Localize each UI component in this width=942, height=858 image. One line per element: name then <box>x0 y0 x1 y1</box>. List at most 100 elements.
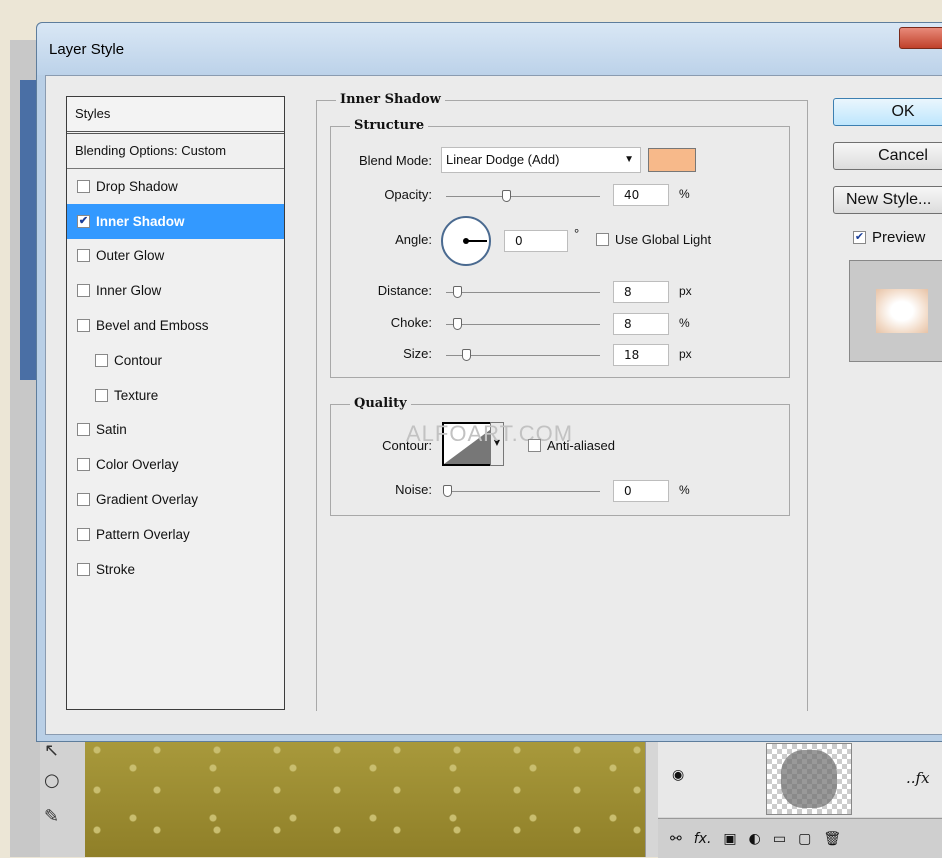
style-item-texture[interactable]: Texture <box>67 378 284 413</box>
distance-input[interactable]: 8 <box>613 281 669 303</box>
checkbox-icon[interactable] <box>77 458 90 472</box>
choke-slider-thumb[interactable] <box>453 318 462 330</box>
styles-list: Styles Blending Options: Custom Drop Sha… <box>66 96 285 710</box>
angle-label: Angle: <box>395 232 432 247</box>
preview-swatch <box>876 289 928 333</box>
noise-label: Noise: <box>395 482 432 497</box>
cancel-button[interactable]: Cancel <box>833 142 942 170</box>
ok-button[interactable]: OK <box>833 98 942 126</box>
angle-dial[interactable] <box>441 216 491 266</box>
preview-checkbox[interactable]: ✔ Preview <box>853 229 925 246</box>
fx-icon[interactable]: ..fx <box>906 769 930 787</box>
checkbox-icon[interactable] <box>77 179 90 193</box>
style-item-label: Inner Shadow <box>96 213 185 229</box>
document-canvas <box>85 738 645 857</box>
checkbox-icon[interactable] <box>77 493 90 507</box>
style-item-outer-glow[interactable]: Outer Glow <box>67 239 284 274</box>
group-icon[interactable]: ▭ <box>773 831 786 847</box>
layer-thumbnail[interactable] <box>766 743 852 815</box>
style-item-label: Satin <box>96 422 127 438</box>
fx-menu-icon[interactable]: fx. <box>694 831 712 847</box>
opacity-input[interactable]: 40 <box>613 184 669 206</box>
checkbox-icon[interactable] <box>77 562 90 576</box>
layer-row[interactable]: ◉ ..fx <box>658 738 942 817</box>
layers-panel: ◉ ..fx ⚯ fx. ▣ ◐ ▭ ▢ 🗑 <box>645 738 942 858</box>
preview-label: Preview <box>872 229 926 246</box>
checkbox-icon[interactable] <box>77 319 90 333</box>
trash-icon[interactable]: 🗑 <box>823 831 841 847</box>
checkbox-icon[interactable] <box>77 284 90 298</box>
distance-slider[interactable] <box>446 292 600 293</box>
style-item-inner-shadow[interactable]: ✔ Inner Shadow <box>67 203 284 239</box>
style-item-label: Texture <box>114 387 159 403</box>
style-item-label: Color Overlay <box>96 457 179 473</box>
checkbox-icon[interactable] <box>77 423 90 437</box>
eye-icon[interactable]: ◉ <box>672 767 684 783</box>
checkbox-icon[interactable] <box>77 249 90 263</box>
adjustment-icon[interactable]: ◐ <box>749 831 761 847</box>
style-item-gradient-overlay[interactable]: Gradient Overlay <box>67 482 284 517</box>
opacity-slider-thumb[interactable] <box>502 190 511 202</box>
style-item-label: Outer Glow <box>96 248 165 264</box>
checkbox-icon[interactable] <box>95 388 108 402</box>
notes-tool-icon[interactable]: ✎ <box>44 806 59 827</box>
blend-mode-select[interactable]: Linear Dodge (Add) ▼ <box>441 147 641 173</box>
quality-title: Quality <box>350 396 411 411</box>
anti-aliased-checkbox[interactable]: Anti-aliased <box>528 438 615 453</box>
style-preview <box>849 260 942 362</box>
structure-title: Structure <box>350 118 429 133</box>
title-bar: Layer Style <box>37 23 942 75</box>
checkbox-icon <box>528 439 541 452</box>
size-input[interactable]: 18 <box>613 344 669 366</box>
size-unit: px <box>679 347 692 361</box>
choke-label: Choke: <box>390 315 432 330</box>
blending-options-item[interactable]: Blending Options: Custom <box>67 134 284 169</box>
style-item-label: Pattern Overlay <box>96 526 190 542</box>
size-label: Size: <box>403 346 432 361</box>
ellipse-tool-icon[interactable]: ○ <box>44 770 60 791</box>
size-slider-thumb[interactable] <box>462 349 471 361</box>
style-item-pattern-overlay[interactable]: Pattern Overlay <box>67 517 284 552</box>
new-style-button[interactable]: New Style... <box>833 186 942 214</box>
style-item-color-overlay[interactable]: Color Overlay <box>67 447 284 482</box>
style-item-contour[interactable]: Contour <box>67 343 284 378</box>
use-global-light-checkbox[interactable]: Use Global Light <box>596 232 711 247</box>
checkbox-icon[interactable] <box>77 527 90 541</box>
style-item-bevel-and-emboss[interactable]: Bevel and Emboss <box>67 308 284 343</box>
style-item-label: Inner Glow <box>96 283 162 299</box>
opacity-unit: % <box>679 187 690 201</box>
blend-mode-label: Blend Mode: <box>359 153 432 168</box>
angle-needle <box>467 240 487 242</box>
checkbox-icon: ✔ <box>853 231 866 244</box>
style-item-label: Bevel and Emboss <box>96 318 209 334</box>
style-item-drop-shadow[interactable]: Drop Shadow <box>67 169 284 204</box>
distance-slider-thumb[interactable] <box>453 286 462 298</box>
degree-symbol: ° <box>574 226 580 241</box>
shadow-color-swatch[interactable] <box>648 148 696 172</box>
style-item-label: Gradient Overlay <box>96 492 199 508</box>
mask-icon[interactable]: ▣ <box>723 831 736 847</box>
noise-slider[interactable] <box>446 491 600 492</box>
choke-input[interactable]: 8 <box>613 313 669 335</box>
checkbox-icon[interactable] <box>95 353 108 367</box>
toolbox-lower: ↖ ○ ✎ <box>40 738 85 857</box>
opacity-slider[interactable] <box>446 196 600 197</box>
styles-header[interactable]: Styles <box>67 97 284 134</box>
noise-unit: % <box>679 483 690 497</box>
noise-slider-thumb[interactable] <box>443 485 452 497</box>
move-tool-icon[interactable]: ↖ <box>44 740 59 761</box>
close-button[interactable] <box>899 27 942 49</box>
layer-style-dialog: Layer Style Styles Blending Options: Cus… <box>36 22 942 742</box>
style-item-satin[interactable]: Satin <box>67 413 284 448</box>
angle-input[interactable]: 0 <box>504 230 568 252</box>
style-item-label: Stroke <box>96 561 136 577</box>
style-item-label: Contour <box>114 352 163 368</box>
choke-slider[interactable] <box>446 324 600 325</box>
new-layer-icon[interactable]: ▢ <box>798 831 811 847</box>
style-item-stroke[interactable]: Stroke <box>67 552 284 587</box>
checkbox-icon[interactable]: ✔ <box>77 214 90 228</box>
noise-input[interactable]: 0 <box>613 480 669 502</box>
dialog-title: Layer Style <box>49 41 125 58</box>
style-item-inner-glow[interactable]: Inner Glow <box>67 273 284 308</box>
link-icon[interactable]: ⚯ <box>670 831 682 847</box>
